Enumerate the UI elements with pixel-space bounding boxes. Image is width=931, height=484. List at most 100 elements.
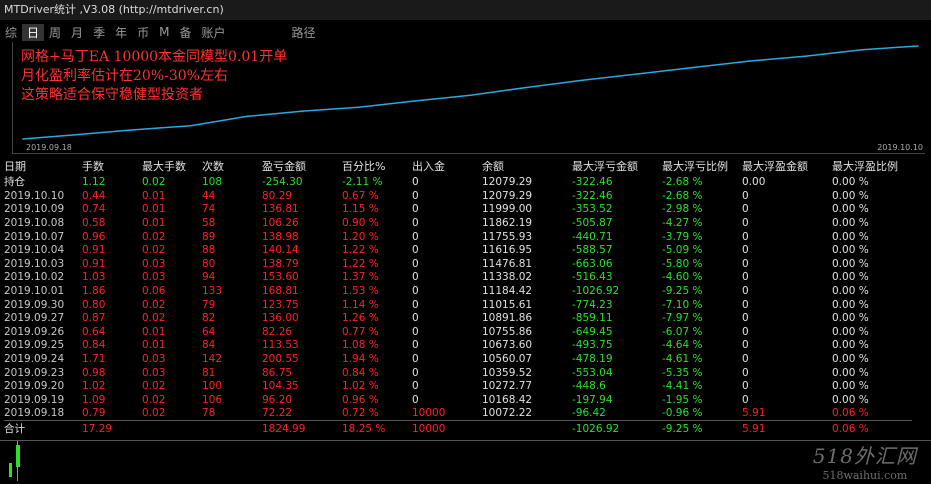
cell-最大浮盈比例: 0.00 %: [832, 352, 869, 365]
table-row[interactable]: 2019.10.07 0.96 0.02 89 138.98 1.20 % 0 11755.9…: [4, 230, 912, 244]
col-header-11[interactable]: 最大浮盈比例: [832, 158, 912, 174]
table-row[interactable]: 2019.09.30 0.80 0.02 79 123.75 1.14 % 0 11015.6…: [4, 298, 912, 312]
watermark-url: 518waihui.com: [822, 469, 908, 482]
route-button[interactable]: 路径: [287, 24, 321, 41]
table-row[interactable]: 2019.09.26 0.64 0.01 64 82.26 0.77 % 0 10755.86…: [4, 325, 912, 339]
table-row[interactable]: 2019.10.01 1.86 0.06 133 168.81 1.53 % 0 11184.…: [4, 284, 912, 298]
cell-最大浮亏比例: -2.68 %: [662, 175, 703, 188]
col-header-9[interactable]: 最大浮亏比例: [662, 158, 742, 174]
toolbar-btn-4[interactable]: 季: [88, 24, 110, 41]
cell-盈亏金额: 123.75: [262, 298, 299, 311]
cell-盈亏金额: 104.35: [262, 380, 299, 393]
cell-盈亏金额: 72.22: [262, 407, 293, 420]
toolbar-btn-0[interactable]: 综: [0, 24, 22, 41]
col-header-6[interactable]: 出入金: [412, 158, 482, 174]
cell-最大浮亏金额: -516.43: [572, 271, 613, 284]
toolbar-btn-8[interactable]: 备: [174, 24, 196, 41]
cell-最大浮亏比例: -6.07 %: [662, 325, 703, 338]
equity-point: [917, 45, 919, 47]
table-row[interactable]: 2019.09.20 1.02 0.02 100 104.35 1.02 % 0 10272.…: [4, 379, 912, 393]
cell-日期: 2019.10.09: [4, 203, 65, 216]
cell-最大浮亏金额: -588.57: [572, 244, 613, 257]
table-row[interactable]: 2019.09.25 0.84 0.01 84 113.53 1.08 % 0 10673.6…: [4, 339, 912, 353]
cell-最大浮亏比例: -4.61 %: [662, 352, 703, 365]
toolbar-btn-7[interactable]: M: [154, 25, 174, 39]
equity-point: [805, 55, 807, 57]
cell-盈亏金额: 136.00: [262, 312, 299, 325]
cell-手数: 0.98: [82, 366, 106, 379]
table-row[interactable]: 2019.09.18 0.79 0.02 78 72.22 0.72 % 10000 1007…: [4, 407, 912, 421]
cell-百分比%: 1.37 %: [342, 271, 379, 284]
cell-盈亏金额: 106.26: [262, 216, 299, 229]
table-row[interactable]: 2019.10.04 0.91 0.02 88 140.14 1.22 % 0 11616.9…: [4, 243, 912, 257]
cell-最大浮亏金额: -96.42: [572, 407, 606, 420]
cell-最大手数: 0.03: [142, 366, 166, 379]
table-row[interactable]: 2019.10.10 0.44 0.01 44 80.29 0.67 % 0 12079.29…: [4, 189, 912, 203]
cell-最大浮盈金额: 5.91: [742, 407, 766, 420]
cell-最大浮亏金额: -774.23: [572, 298, 613, 311]
cell-最大浮盈金额: 0: [742, 244, 749, 257]
table-row[interactable]: 2019.10.09 0.74 0.01 74 136.81 1.15 % 0 11999.0…: [4, 203, 912, 217]
cell-次数: 108: [202, 175, 223, 188]
toolbar-btn-9[interactable]: 账户: [196, 24, 230, 41]
col-header-3[interactable]: 次数: [202, 158, 262, 174]
toolbar-btn-6[interactable]: 币: [132, 24, 154, 41]
col-header-2[interactable]: 最大手数: [142, 158, 202, 174]
cell-余额: 11755.93: [482, 230, 533, 243]
toolbar-btn-2[interactable]: 周: [44, 24, 66, 41]
cell-最大浮亏金额: -1026.92: [572, 284, 620, 297]
table-row[interactable]: 2019.09.19 1.09 0.02 106 96.20 0.96 % 0 10168.4…: [4, 393, 912, 407]
cell-最大浮盈金额: 0: [742, 339, 749, 352]
cell-日期: 2019.09.30: [4, 298, 65, 311]
cell-最大浮盈比例: 0.00 %: [832, 189, 869, 202]
table-row[interactable]: 2019.09.27 0.87 0.02 82 136.00 1.26 % 0 10891.8…: [4, 311, 912, 325]
cell-最大浮亏金额: -197.94: [572, 393, 613, 406]
table-row[interactable]: 2019.09.24 1.71 0.03 142 200.55 1.94 % 0 10560.…: [4, 352, 912, 366]
table-row[interactable]: 2019.09.23 0.98 0.03 81 86.75 0.84 % 0 10359.52…: [4, 366, 912, 380]
equity-point: [357, 106, 360, 109]
cell-最大浮亏比例: -2.68 %: [662, 189, 703, 202]
cell-最大手数: 0.06: [142, 284, 166, 297]
cell-盈亏金额: 138.98: [262, 230, 299, 243]
cell-次数: 74: [202, 203, 216, 216]
table-header-row: 日期 手数 最大手数 次数 盈亏金额 百分比% 出入金 余额 最大浮亏金额 最大浮亏比例 最大浮盈金…: [4, 158, 912, 174]
table-row[interactable]: 2019.10.02 1.03 0.03 94 153.60 1.37 % 0 11338.0…: [4, 271, 912, 285]
cell-最大浮盈金额: 0: [742, 298, 749, 311]
col-header-4[interactable]: 盈亏金额: [262, 158, 342, 174]
col-header-10[interactable]: 最大浮盈金额: [742, 158, 832, 174]
cell-出入金: 0: [412, 230, 419, 243]
table-row-hold[interactable]: 持仓 1.12 0.02 108 -254.30 -2.11 % 0 12079.29 -322…: [4, 174, 912, 189]
cell-次数: 84: [202, 339, 216, 352]
cell-最大浮盈金额: 0: [742, 380, 749, 393]
col-header-1[interactable]: 手数: [82, 158, 142, 174]
table-row-total[interactable]: 合计 17.29 1824.99 18.25 % 10000 -1026.92 -9.25 …: [4, 420, 912, 437]
cell-百分比%: 1.94 %: [342, 352, 379, 365]
table-row[interactable]: 2019.10.03 0.91 0.03 80 138.79 1.22 % 0 11476.8…: [4, 257, 912, 271]
cell-出入金: 0: [412, 366, 419, 379]
cell-最大浮盈比例: 0.00 %: [832, 175, 869, 188]
window-title: MTDriver统计 ,V3.08 (http://mtdriver.cn): [0, 0, 931, 20]
cell-出入金: 0: [412, 380, 419, 393]
toolbar-btn-1[interactable]: 日: [22, 23, 45, 41]
cell-最大手数: 0.02: [142, 312, 166, 325]
equity-point: [581, 79, 584, 82]
equity-point: [246, 115, 248, 118]
cell-手数: 0.91: [82, 244, 106, 257]
cell-盈亏金额: 96.20: [262, 393, 293, 406]
col-header-0[interactable]: 日期: [4, 158, 82, 174]
cell-出入金: 0: [412, 298, 419, 311]
cell-日期: 2019.10.04: [4, 244, 65, 257]
cell-日期: 2019.09.24: [4, 352, 65, 365]
cell-最大手数: 0.02: [142, 244, 166, 257]
col-header-8[interactable]: 最大浮亏金额: [572, 158, 662, 174]
cell-最大浮盈金额: 0: [742, 257, 749, 270]
stats-table: 日期 手数 最大手数 次数 盈亏金额 百分比% 出入金 余额 最大浮亏金额 最大浮亏比例 最大浮盈金…: [4, 158, 912, 437]
toolbar-btn-5[interactable]: 年: [110, 24, 132, 41]
cell-出入金: 0: [412, 175, 419, 188]
table-row[interactable]: 2019.10.08 0.58 0.01 58 106.26 0.90 % 0 11862.1…: [4, 216, 912, 230]
cell-盈亏金额: 113.53: [262, 339, 299, 352]
col-header-7[interactable]: 余额: [482, 158, 572, 174]
toolbar-btn-3[interactable]: 月: [66, 24, 88, 41]
cell-手数: 1.03: [82, 271, 106, 284]
col-header-5[interactable]: 百分比%: [342, 158, 412, 174]
